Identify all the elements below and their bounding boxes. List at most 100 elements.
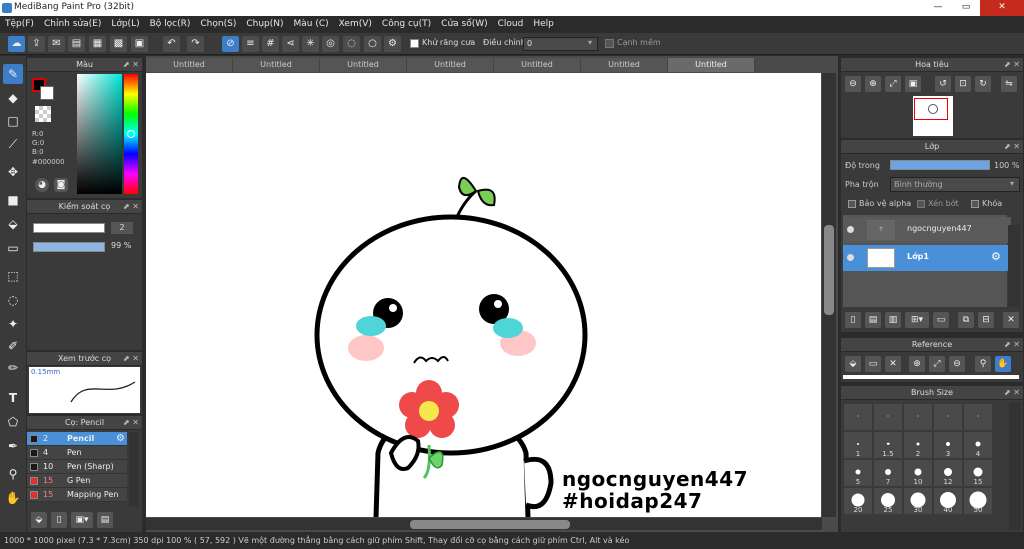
background-color-swatch[interactable]	[40, 86, 54, 100]
brush-opacity-slider[interactable]	[33, 242, 105, 252]
rotate-reset-icon[interactable]: ⊡	[955, 76, 971, 92]
rotate-left-icon[interactable]: ↺	[935, 76, 951, 92]
tab-untitled-7[interactable]: Untitled	[668, 58, 755, 72]
note-icon[interactable]: ▤	[68, 36, 85, 52]
panel-menu-icon[interactable]: ⬈ ✕	[123, 352, 139, 366]
brush-size-cell[interactable]: 12	[933, 459, 963, 487]
menu-window[interactable]: Cửa số(W)	[436, 16, 492, 33]
panel-menu-icon[interactable]: ⬈ ✕	[123, 416, 139, 430]
menu-help[interactable]: Help	[528, 16, 559, 33]
brush-settings-icon[interactable]: ▤	[97, 512, 113, 528]
panel-menu-icon[interactable]: ⬈ ✕	[1004, 338, 1020, 352]
color-history-icon[interactable]: ◙	[54, 178, 68, 192]
brush-new-icon[interactable]: ▯	[51, 512, 67, 528]
tab-untitled-3[interactable]: Untitled	[320, 58, 407, 72]
tab-untitled-5[interactable]: Untitled	[494, 58, 581, 72]
brush-list-scrollbar[interactable]	[129, 432, 139, 507]
panel-menu-icon[interactable]: ⬈ ✕	[1004, 140, 1020, 154]
chevron-down-icon[interactable]: ▾	[1010, 179, 1014, 188]
eraser-tool-icon[interactable]: ◆	[3, 88, 23, 108]
menu-view[interactable]: Xem(V)	[334, 16, 377, 33]
new-8bit-layer-icon[interactable]: ▥	[885, 312, 901, 328]
parallel-snap-icon[interactable]: ≡	[242, 36, 259, 52]
share-icon[interactable]: ⇪	[28, 36, 45, 52]
canvas-vertical-scroll-thumb[interactable]	[824, 225, 834, 315]
brush-add-icon[interactable]: ⬙	[31, 512, 47, 528]
chevron-down-icon[interactable]: ▾	[588, 38, 592, 47]
fit-icon[interactable]: ⤢	[885, 76, 901, 92]
tab-untitled-1[interactable]: Untitled	[146, 58, 233, 72]
panel-menu-icon[interactable]: ⬈ ✕	[123, 58, 139, 72]
no-snap-icon[interactable]: ⊘	[222, 36, 239, 52]
ref-eyedropper-icon[interactable]: ⚲	[975, 356, 991, 372]
brush-size-cell[interactable]: 2	[903, 431, 933, 459]
gradient-tool-icon[interactable]: ▭	[3, 238, 23, 258]
grid-doc-icon[interactable]: ▩	[110, 36, 127, 52]
blend-mode-select[interactable]: Bình thường	[890, 177, 1020, 192]
undo-icon[interactable]: ↶	[163, 36, 180, 52]
redo-icon[interactable]: ↷	[187, 36, 204, 52]
brush-list-item[interactable]: 10 Pen (Sharp)	[27, 460, 127, 474]
tab-untitled-6[interactable]: Untitled	[581, 58, 668, 72]
new-halftone-layer-icon[interactable]: ▤	[865, 312, 881, 328]
brush-size-cell[interactable]: 20	[843, 487, 873, 515]
menu-tools[interactable]: Công cụ(T)	[377, 16, 436, 33]
brush-list-item[interactable]: 15 G Pen	[27, 474, 127, 488]
brush-list-item[interactable]: 15 Mapping Pen	[27, 488, 127, 502]
layer-scrollbar[interactable]	[1008, 225, 1020, 307]
brush-size-cell-blank[interactable]	[903, 403, 933, 431]
add-layer-dropdown-icon[interactable]: ⊞▾	[905, 312, 929, 328]
magic-wand-icon[interactable]: ✦	[3, 314, 23, 334]
open-folder-icon[interactable]: ▭	[865, 356, 881, 372]
ref-hand-icon[interactable]: ✋	[995, 356, 1011, 372]
flip-icon[interactable]: ⇋	[1001, 76, 1017, 92]
panel-icon[interactable]: ▣	[131, 36, 148, 52]
duplicate-layer-icon[interactable]: ⧉	[958, 312, 974, 328]
maximize-button[interactable]: ▭	[952, 0, 980, 16]
brush-size-cell[interactable]: 4	[963, 431, 993, 459]
comment-icon[interactable]: ✉	[48, 36, 65, 52]
brush-size-cell[interactable]: 5	[843, 459, 873, 487]
hue-handle[interactable]	[127, 130, 135, 138]
circle-snap-icon[interactable]: ◎	[322, 36, 339, 52]
brush-size-cell-blank[interactable]	[933, 403, 963, 431]
menu-edit[interactable]: Chỉnh sửa(E)	[39, 16, 106, 33]
brush-size-slider[interactable]	[33, 223, 105, 233]
lasso-tool-icon[interactable]: ◌	[3, 290, 23, 310]
merge-layer-icon[interactable]: ⊟	[978, 312, 994, 328]
brush-size-cell[interactable]: 30	[903, 487, 933, 515]
hand-tool-icon[interactable]: ✋	[3, 488, 23, 508]
menu-cloud[interactable]: Cloud	[493, 16, 529, 33]
line-tool-icon[interactable]: ⟋	[3, 134, 23, 154]
panel-menu-icon[interactable]: ⬈ ✕	[123, 200, 139, 214]
tab-untitled-4[interactable]: Untitled	[407, 58, 494, 72]
drawing-canvas[interactable]: ngocnguyen447 #hoidap247	[146, 73, 821, 517]
radial-snap-icon[interactable]: ✳	[302, 36, 319, 52]
protect-alpha-checkbox[interactable]	[848, 200, 856, 208]
cloud-icon[interactable]: ☁	[8, 36, 25, 52]
brush-size-cell[interactable]: 3	[933, 431, 963, 459]
divide-tool-icon[interactable]: ✒	[3, 436, 23, 456]
document-icon[interactable]: ▦	[89, 36, 106, 52]
fill-rect-tool-icon[interactable]: ■	[3, 190, 23, 210]
zoom-out-icon[interactable]: ⊖	[845, 76, 861, 92]
eye-icon[interactable]	[847, 254, 854, 261]
brush-size-cell-blank[interactable]	[963, 403, 993, 431]
brush-size-cell[interactable]: 1	[843, 431, 873, 459]
brush-size-cell-blank[interactable]	[873, 403, 903, 431]
grid-snap-icon[interactable]: #	[262, 36, 279, 52]
soft-edge-checkbox[interactable]	[605, 39, 614, 48]
snap-settings-icon[interactable]: ⚙	[384, 36, 401, 52]
menu-file[interactable]: Tệp(F)	[0, 16, 39, 33]
operation-tool-icon[interactable]: ⬠	[3, 412, 23, 432]
brush-size-cell[interactable]: 15	[963, 459, 993, 487]
ref-zoom-in-icon[interactable]: ⊕	[909, 356, 925, 372]
lock-checkbox[interactable]	[971, 200, 979, 208]
close-button[interactable]: ✕	[980, 0, 1024, 16]
transparent-color-swatch[interactable]	[35, 106, 51, 122]
zoom-in-icon[interactable]: ⊕	[865, 76, 881, 92]
menu-filter[interactable]: Bộ lọc(R)	[145, 16, 196, 33]
brush-size-cell[interactable]: 7	[873, 459, 903, 487]
select-eraser-icon[interactable]: ✏	[3, 358, 23, 378]
brush-size-cell[interactable]: 40	[933, 487, 963, 515]
